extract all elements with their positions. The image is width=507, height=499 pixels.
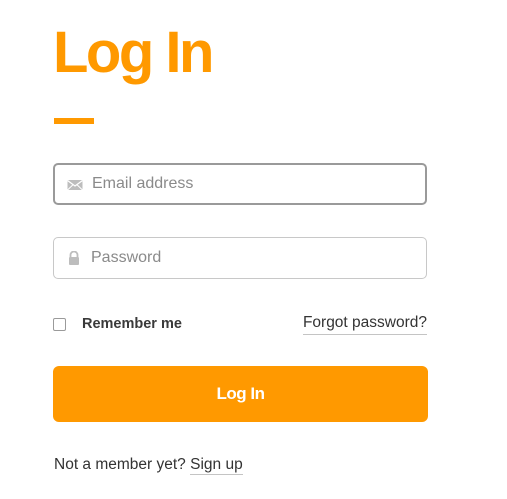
lock-icon [66,250,82,265]
password-input[interactable] [91,238,416,278]
remember-me-label[interactable]: Remember me [82,314,182,334]
email-input[interactable] [92,165,417,203]
forgot-password-link[interactable]: Forgot password? [302,313,427,335]
signup-link[interactable]: Sign up [190,456,243,475]
password-field[interactable] [53,237,427,279]
signup-prompt-text: Not a member yet? [54,456,186,473]
signup-prompt: Not a member yet? Sign up [54,455,243,475]
title-underline [54,118,94,124]
email-field[interactable] [53,163,427,205]
page-title: Log In [53,20,214,85]
remember-me-checkbox[interactable] [53,318,66,331]
envelope-icon [67,178,83,192]
login-button[interactable]: Log In [53,366,428,422]
